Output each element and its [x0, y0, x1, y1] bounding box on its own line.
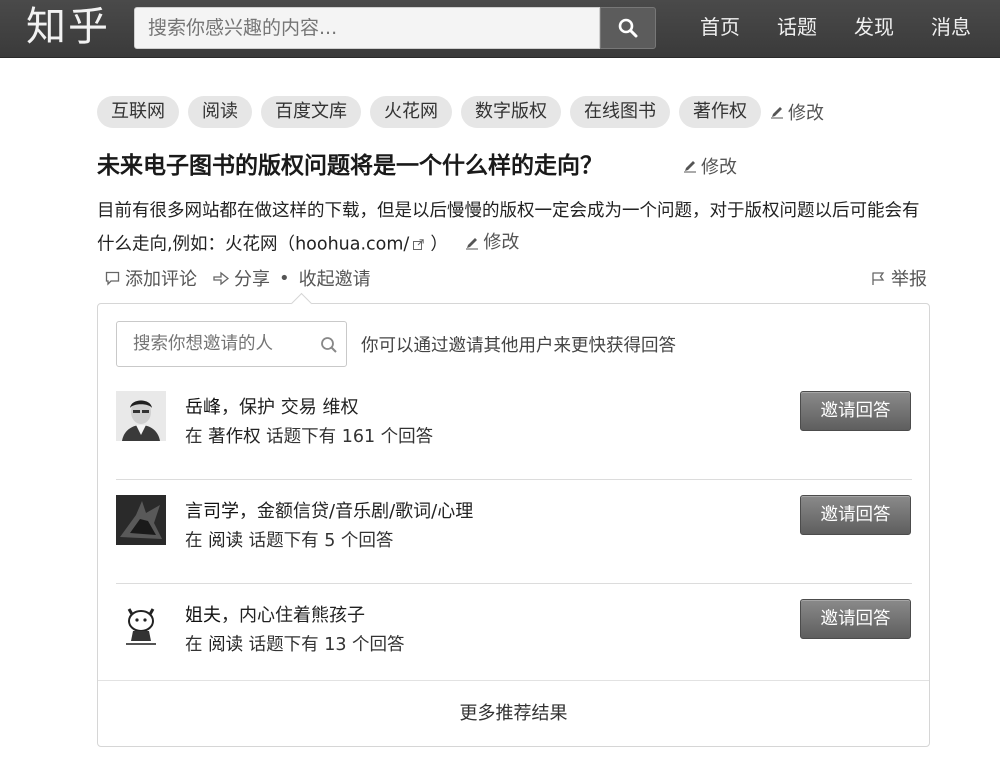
topic-link[interactable]: 著作权 [208, 427, 261, 447]
pencil-icon [684, 161, 696, 173]
topic-tag[interactable]: 在线图书 [570, 96, 670, 128]
invite-hint: 你可以通过邀请其他用户来更快获得回答 [361, 336, 676, 356]
topic-tag[interactable]: 著作权 [679, 96, 761, 128]
topic-tag[interactable]: 百度文库 [261, 96, 361, 128]
question-description: 目前有很多网站都在做这样的下载，但是以后慢慢的版权一定会成为一个问题，对于版权问… [97, 196, 927, 261]
question-actions: 添加评论 分享 • 收起邀请 [105, 265, 371, 291]
nav-messages[interactable]: 消息 [931, 0, 971, 54]
edit-description-link[interactable]: 修改 [465, 227, 519, 258]
topic-tag[interactable]: 互联网 [97, 96, 179, 128]
nav-home[interactable]: 首页 [700, 0, 740, 54]
collapse-invite-button[interactable]: 收起邀请 [299, 265, 371, 291]
topic-prefix: 在 [185, 635, 209, 655]
invite-answer-button[interactable]: 邀请回答 [800, 495, 911, 535]
topic-tags: 互联网 阅读 百度文库 火花网 数字版权 在线图书 著作权 修改 [97, 95, 824, 129]
separator-dot: • [279, 267, 290, 289]
external-link-icon [413, 239, 425, 250]
edit-topics-link[interactable]: 修改 [770, 99, 824, 125]
user-bio: ，内心住着熊孩子 [221, 605, 365, 626]
invite-answer-button[interactable]: 邀请回答 [800, 599, 911, 639]
invite-answer-button[interactable]: 邀请回答 [800, 391, 911, 431]
avatar[interactable] [116, 391, 166, 441]
topic-suffix: 话题下有 13 个回答 [243, 635, 405, 655]
user-info: 岳峰，保护 交易 维权 [185, 393, 358, 419]
avatar[interactable] [116, 495, 166, 545]
search-icon [321, 337, 337, 353]
user-topic-stats: 在 阅读 话题下有 5 个回答 [185, 527, 393, 552]
edit-title-link[interactable]: 修改 [683, 153, 737, 179]
invite-user-row: 岳峰，保护 交易 维权 在 著作权 话题下有 161 个回答 邀请回答 [116, 376, 912, 480]
report-label: 举报 [891, 269, 927, 290]
site-logo[interactable]: 知乎 [26, 2, 110, 52]
comment-icon [105, 271, 120, 286]
user-topic-stats: 在 著作权 话题下有 161 个回答 [185, 423, 433, 448]
share-button[interactable]: 分享 [213, 265, 270, 291]
add-comment-label: 添加评论 [125, 269, 197, 290]
share-label: 分享 [234, 269, 270, 290]
pencil-icon [466, 237, 479, 249]
edit-label: 修改 [701, 157, 737, 178]
topic-prefix: 在 [185, 531, 209, 551]
edit-label: 修改 [788, 103, 824, 124]
more-recommendations-button[interactable]: 更多推荐结果 [98, 680, 929, 746]
topic-link[interactable]: 阅读 [208, 531, 243, 551]
search-icon [618, 18, 638, 38]
question-title: 未来电子图书的版权问题将是一个什么样的走向？ [97, 152, 603, 179]
site-search-input[interactable] [134, 7, 600, 49]
pencil-icon [771, 107, 783, 119]
invite-panel: 你可以通过邀请其他用户来更快获得回答 岳峰，保护 交易 维权 在 著作权 话题下… [97, 303, 930, 747]
topic-suffix: 话题下有 161 个回答 [260, 427, 434, 447]
user-name[interactable]: 言司学 [185, 501, 239, 522]
external-link[interactable]: hoohua.com/ [295, 235, 409, 255]
invite-user-row: 姐夫，内心住着熊孩子 在 阅读 话题下有 13 个回答 邀请回答 [116, 584, 912, 688]
user-info: 言司学，金额信贷/音乐剧/歌词/心理 [185, 497, 473, 523]
nav-discover[interactable]: 发现 [854, 0, 894, 54]
add-comment-button[interactable]: 添加评论 [105, 265, 197, 291]
invite-search-input[interactable] [116, 321, 347, 367]
user-name[interactable]: 岳峰 [185, 397, 221, 418]
invite-user-row: 言司学，金额信贷/音乐剧/歌词/心理 在 阅读 话题下有 5 个回答 邀请回答 [116, 480, 912, 584]
nav-topics[interactable]: 话题 [777, 0, 817, 54]
avatar[interactable] [116, 599, 166, 649]
user-bio: ，金额信贷/音乐剧/歌词/心理 [239, 501, 474, 522]
share-icon [213, 271, 229, 285]
edit-label: 修改 [483, 232, 520, 253]
top-navigation-bar: 知乎 首页 话题 发现 消息 [0, 0, 1000, 58]
topic-link[interactable]: 阅读 [208, 635, 243, 655]
topic-suffix: 话题下有 5 个回答 [243, 531, 394, 551]
flag-icon [872, 271, 885, 285]
user-bio: ，保护 交易 维权 [221, 397, 359, 418]
topic-tag[interactable]: 阅读 [188, 96, 252, 128]
user-name[interactable]: 姐夫 [185, 605, 221, 626]
search-button[interactable] [600, 7, 656, 49]
topic-tag[interactable]: 火花网 [370, 96, 452, 128]
topic-tag[interactable]: 数字版权 [461, 96, 561, 128]
topic-prefix: 在 [185, 427, 209, 447]
description-close-paren: ） [430, 234, 448, 255]
user-info: 姐夫，内心住着熊孩子 [185, 601, 365, 627]
user-topic-stats: 在 阅读 话题下有 13 个回答 [185, 631, 405, 656]
report-button[interactable]: 举报 [871, 265, 927, 291]
